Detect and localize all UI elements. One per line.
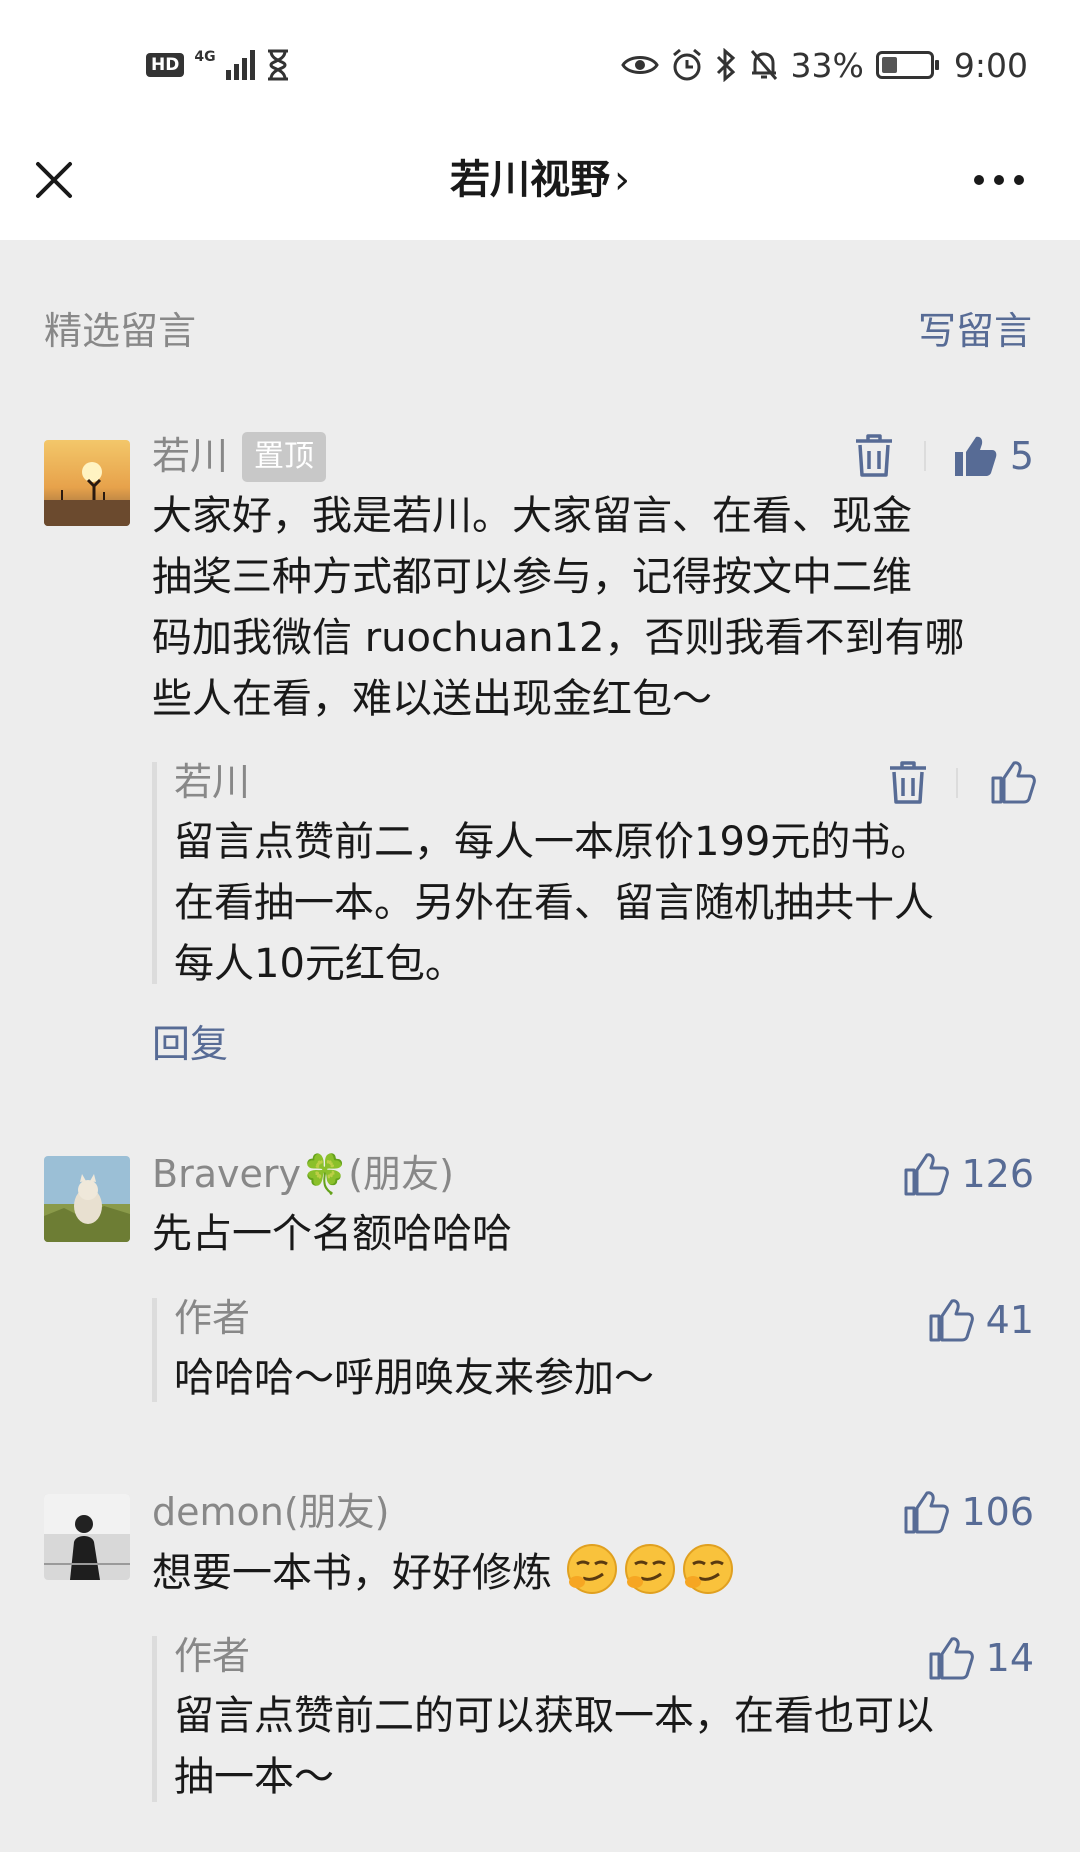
avatar[interactable]	[44, 1494, 130, 1580]
battery-icon	[875, 51, 939, 79]
like-count: 41	[985, 1298, 1034, 1342]
comment-content: 想要一本书，好好修炼	[152, 1542, 1042, 1604]
reply-line: 留言点赞前二，每人一本原价199元的书。	[174, 819, 931, 865]
eye-icon	[620, 56, 659, 74]
comment-line: 抽奖三种方式都可以参与，记得按文中二维	[152, 554, 912, 600]
reply-line: 每人10元红包。	[174, 941, 465, 987]
comment-nickname: Bravery🍀(朋友)	[152, 1152, 454, 1196]
reply-author: 作者	[174, 1634, 251, 1678]
bluetooth-icon	[716, 48, 735, 82]
clock-time: 9:00	[953, 45, 1028, 85]
comment-text: 想要一本书，好好修炼	[152, 1550, 552, 1596]
like-count: 126	[961, 1152, 1034, 1196]
network-type: 4G	[194, 49, 216, 65]
reply-content: 哈哈哈～呼朋唤友来参加～	[174, 1348, 1044, 1409]
reply-line: 哈哈哈～呼朋唤友来参加～	[174, 1355, 654, 1401]
thumbs-up-icon	[904, 1153, 950, 1196]
reply-quote-bar	[152, 1298, 157, 1402]
account-title-link[interactable]: 若川视野 ›	[0, 152, 1080, 208]
comment-nickname: demon(朋友)	[152, 1490, 390, 1534]
mute-bell-icon	[750, 50, 777, 80]
hourglass-icon	[267, 49, 288, 81]
avatar[interactable]	[44, 440, 130, 526]
status-right: 33% 9:00	[620, 44, 1028, 86]
more-options-icon[interactable]	[974, 168, 1030, 192]
comment-content: 大家好，我是若川。大家留言、在看、现金 抽奖三种方式都可以参与，记得按文中二维 …	[152, 486, 1042, 730]
thumbs-up-icon[interactable]	[990, 760, 1036, 804]
signal-icon	[225, 50, 255, 80]
reply-author: 若川	[174, 760, 251, 804]
status-left: HD 4G	[146, 44, 291, 86]
comment-line: 些人在看，难以送出现金红包～	[152, 676, 712, 722]
smirk-emoji-icon	[682, 1544, 733, 1594]
status-bar: HD 4G 33% 9:00	[0, 0, 1080, 132]
like-button[interactable]: 126	[903, 1152, 1034, 1196]
reply-button[interactable]: 回复	[152, 1018, 228, 1070]
reply-line: 抽一本～	[174, 1754, 334, 1800]
section-title: 精选留言	[44, 309, 197, 353]
like-count: 106	[961, 1490, 1034, 1534]
like-count: 5	[1009, 434, 1034, 478]
smirk-emoji-icon	[566, 1544, 617, 1594]
comment-line: 想要一本书，好好修炼	[152, 1542, 1042, 1604]
battery-fill	[881, 57, 897, 73]
pinned-badge: 置顶	[242, 432, 327, 482]
delete-icon[interactable]	[886, 760, 930, 806]
like-button[interactable]: 106	[903, 1490, 1034, 1534]
comment-nickname: 若川 置顶	[152, 430, 327, 482]
hd-voice-badge: HD	[146, 53, 185, 77]
comment-line: 码加我微信 ruochuan12，否则我看不到有哪	[152, 615, 965, 661]
thumbs-up-filled-icon	[954, 436, 997, 476]
reply-quote-bar	[152, 1636, 157, 1802]
thumbs-up-icon	[929, 1637, 974, 1680]
write-comment-button[interactable]: 写留言	[918, 305, 1032, 357]
account-name: 若川视野	[450, 157, 610, 203]
thumbs-up-icon	[929, 1299, 974, 1342]
divider	[924, 441, 926, 471]
reply-content: 留言点赞前二，每人一本原价199元的书。 在看抽一本。另外在看、留言随机抽共十人…	[174, 812, 1044, 995]
divider	[956, 768, 958, 798]
thumbs-up-icon	[904, 1491, 950, 1534]
comment-line: 大家好，我是若川。大家留言、在看、现金	[152, 493, 912, 539]
alarm-icon	[672, 48, 701, 81]
battery-percent: 33%	[790, 45, 864, 85]
like-button[interactable]: 41	[928, 1298, 1034, 1342]
like-count: 14	[985, 1636, 1034, 1680]
reply-line: 留言点赞前二的可以获取一本，在看也可以	[174, 1693, 934, 1739]
chevron-right-icon: ›	[614, 157, 630, 203]
reply-quote-bar	[152, 762, 157, 984]
reply-author: 作者	[174, 1296, 251, 1340]
like-button[interactable]: 5	[952, 434, 1034, 478]
comment-content: 先占一个名额哈哈哈	[152, 1204, 1042, 1265]
reply-content: 留言点赞前二的可以获取一本，在看也可以 抽一本～	[174, 1686, 1044, 1808]
smirk-emoji-icon	[624, 1544, 675, 1594]
like-button[interactable]: 14	[928, 1636, 1034, 1680]
nickname-text: 若川	[152, 434, 229, 478]
avatar[interactable]	[44, 1156, 130, 1242]
nav-bar: 若川视野 ›	[0, 132, 1080, 240]
comment-line: 先占一个名额哈哈哈	[152, 1211, 512, 1257]
delete-icon[interactable]	[852, 433, 896, 479]
reply-line: 在看抽一本。另外在看、留言随机抽共十人	[174, 880, 934, 926]
